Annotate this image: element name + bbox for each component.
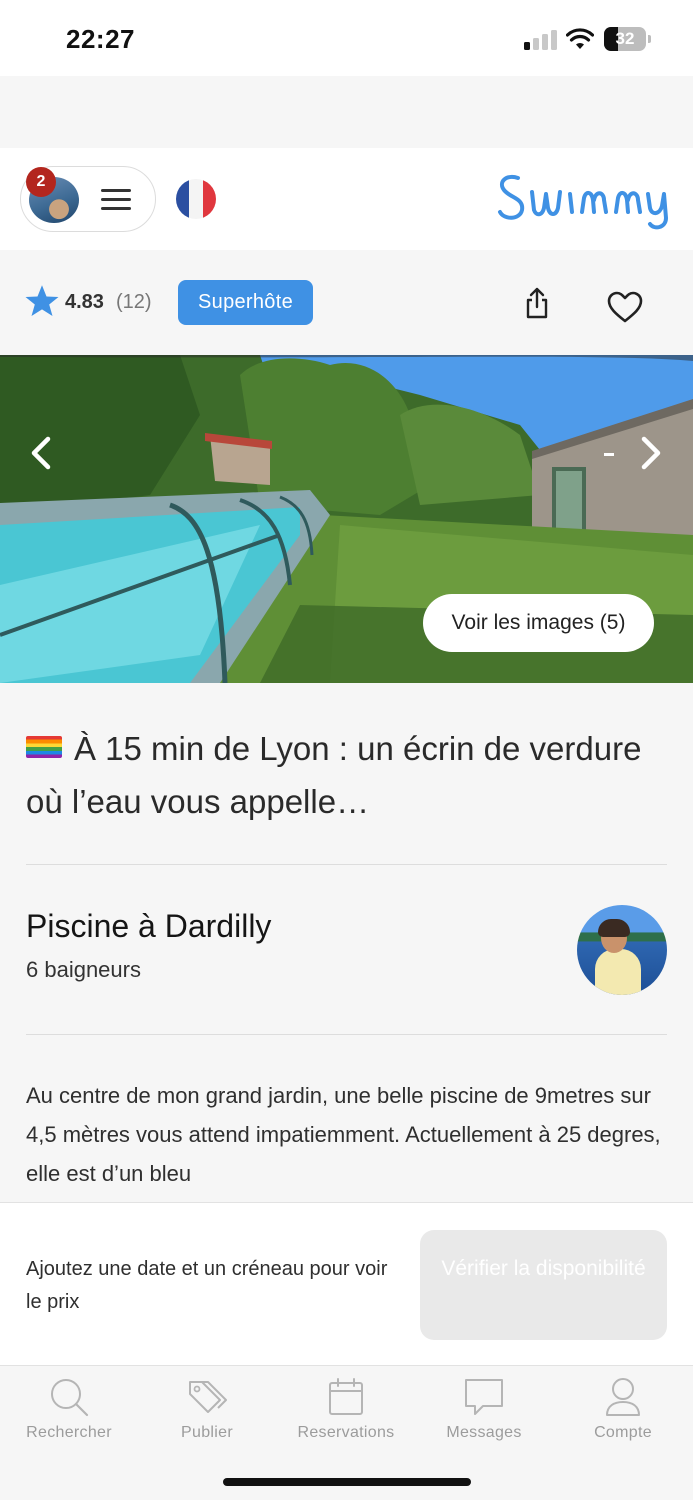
user-menu-button[interactable]: 2 bbox=[20, 166, 156, 232]
listing-headline: À 15 min de Lyon : un écrin de verdure o… bbox=[26, 722, 666, 828]
heart-icon[interactable] bbox=[606, 290, 644, 324]
signal-icon bbox=[524, 30, 558, 50]
france-flag-icon[interactable] bbox=[176, 179, 216, 219]
next-image-arrow-icon[interactable] bbox=[634, 433, 668, 473]
tab-label: Publier bbox=[181, 1424, 233, 1441]
superhost-badge: Superhôte bbox=[178, 280, 313, 325]
host-avatar[interactable] bbox=[577, 905, 667, 995]
listing-description: Au centre de mon grand jardin, une belle… bbox=[26, 1083, 661, 1186]
tab-rechercher[interactable]: Rechercher bbox=[0, 1366, 138, 1456]
search-icon bbox=[51, 1379, 89, 1417]
status-bar: 22:27 32 bbox=[0, 0, 693, 76]
booking-bar: Ajoutez une date et un créneau pour voir… bbox=[0, 1202, 693, 1365]
calendar-icon bbox=[329, 1378, 363, 1415]
price-prompt: Ajoutez une date et un créneau pour voir… bbox=[26, 1258, 388, 1313]
battery-icon: 32 bbox=[604, 27, 646, 51]
swimmy-logo[interactable] bbox=[496, 164, 676, 234]
app-header: 2 bbox=[0, 148, 693, 250]
tag-icon bbox=[189, 1381, 227, 1413]
check-availability-button[interactable]: Vérifier la disponibilité bbox=[420, 1230, 667, 1340]
account-icon bbox=[606, 1378, 640, 1416]
message-icon bbox=[465, 1379, 503, 1415]
review-count[interactable]: (12) bbox=[116, 291, 152, 314]
tab-label: Compte bbox=[594, 1424, 652, 1441]
listing-capacity: 6 baigneurs bbox=[26, 957, 141, 982]
tab-label: Rechercher bbox=[26, 1424, 112, 1441]
share-icon[interactable] bbox=[522, 286, 552, 320]
battery-level: 32 bbox=[615, 29, 635, 48]
star-icon bbox=[25, 285, 59, 316]
tab-label: Messages bbox=[446, 1424, 522, 1441]
rainbow-flag-icon bbox=[26, 736, 62, 758]
pool-photo[interactable]: Voir les images (5) bbox=[0, 355, 693, 683]
listing-name: Piscine à Dardilly bbox=[26, 908, 272, 944]
tab-compte[interactable]: Compte bbox=[554, 1366, 692, 1456]
notification-badge: 2 bbox=[26, 167, 56, 197]
carousel-indicator bbox=[604, 453, 614, 456]
tab-reservations[interactable]: Reservations bbox=[277, 1366, 415, 1456]
hamburger-icon bbox=[101, 189, 131, 211]
divider bbox=[26, 1034, 667, 1035]
see-images-button[interactable]: Voir les images (5) bbox=[423, 594, 654, 652]
headline-text: À 15 min de Lyon : un écrin de verdure o… bbox=[26, 730, 642, 820]
rating-row: 4.83 (12) Superhôte bbox=[0, 250, 693, 355]
status-time: 22:27 bbox=[66, 24, 135, 54]
tab-label: Reservations bbox=[297, 1424, 395, 1441]
tab-messages[interactable]: Messages bbox=[415, 1366, 553, 1456]
battery-tip bbox=[648, 35, 651, 43]
home-indicator[interactable] bbox=[223, 1478, 471, 1486]
tab-publier[interactable]: Publier bbox=[138, 1366, 276, 1456]
wifi-icon bbox=[566, 28, 594, 49]
rating-value: 4.83 bbox=[65, 291, 104, 313]
divider bbox=[26, 864, 667, 865]
previous-image-arrow-icon[interactable] bbox=[24, 433, 58, 473]
